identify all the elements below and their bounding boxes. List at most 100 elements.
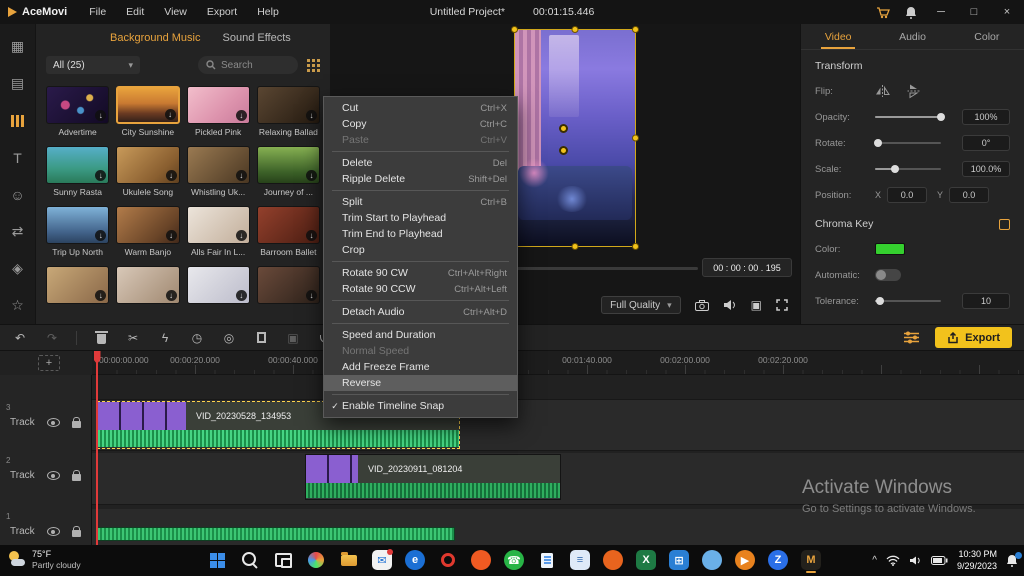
crop-icon[interactable] bbox=[253, 330, 269, 346]
context-menu-item[interactable]: Copy Ctrl+C bbox=[324, 116, 517, 132]
sticker-icon[interactable]: ☺ bbox=[0, 176, 36, 213]
tolerance-slider[interactable] bbox=[875, 300, 941, 303]
menubar-item[interactable]: File bbox=[81, 3, 114, 21]
download-icon[interactable] bbox=[95, 290, 106, 301]
context-menu-item[interactable]: Reverse bbox=[324, 375, 517, 391]
rotate-slider[interactable] bbox=[875, 142, 941, 145]
flip-vertical-icon[interactable] bbox=[908, 84, 920, 99]
notepad-app[interactable] bbox=[535, 547, 559, 573]
quality-dropdown[interactable]: Full Quality ▾ bbox=[601, 296, 681, 314]
media-item[interactable] bbox=[116, 266, 179, 317]
audio-icon[interactable] bbox=[0, 102, 36, 139]
pip-toggle-icon[interactable]: ▣ bbox=[285, 330, 301, 346]
download-icon[interactable] bbox=[166, 170, 177, 181]
lock-icon[interactable] bbox=[72, 474, 81, 481]
media-item[interactable] bbox=[257, 266, 320, 317]
scale-slider[interactable] bbox=[875, 168, 941, 171]
stock-icon[interactable]: ▤ bbox=[0, 65, 36, 102]
grid-view-icon[interactable] bbox=[306, 58, 320, 72]
speaker-icon[interactable] bbox=[723, 299, 737, 311]
download-icon[interactable] bbox=[165, 109, 176, 120]
download-icon[interactable] bbox=[236, 170, 247, 181]
excel-app[interactable]: X bbox=[634, 547, 658, 573]
start-button[interactable] bbox=[205, 547, 229, 573]
media-item[interactable]: Warm Banjo bbox=[116, 206, 179, 257]
opacity-value[interactable]: 100% bbox=[962, 109, 1010, 125]
lock-icon[interactable] bbox=[72, 530, 81, 537]
selection-handle[interactable] bbox=[632, 243, 639, 250]
download-icon[interactable] bbox=[306, 110, 317, 121]
context-menu-item[interactable] bbox=[332, 323, 509, 324]
notification-center-icon[interactable] bbox=[1006, 554, 1018, 567]
media-item[interactable] bbox=[187, 266, 250, 317]
pip-icon[interactable]: ▣ bbox=[751, 298, 762, 312]
context-menu-item[interactable]: Split Ctrl+B bbox=[324, 194, 517, 210]
menubar-item[interactable]: Edit bbox=[118, 3, 152, 21]
taskbar-clock[interactable]: 10:30 PM 9/29/2023 bbox=[957, 549, 997, 572]
effects-icon[interactable]: ◈ bbox=[0, 250, 36, 287]
flame-app[interactable] bbox=[601, 547, 625, 573]
speed-icon[interactable]: ◷ bbox=[189, 330, 205, 346]
media-item[interactable]: Sunny Rasta bbox=[46, 146, 109, 197]
notification-bell-icon[interactable] bbox=[905, 6, 917, 19]
download-icon[interactable] bbox=[306, 230, 317, 241]
export-button[interactable]: Export bbox=[935, 327, 1012, 348]
context-menu-item[interactable]: Paste Ctrl+V bbox=[324, 132, 517, 148]
flip-horizontal-icon[interactable] bbox=[875, 85, 890, 97]
context-menu-item[interactable]: Crop bbox=[324, 242, 517, 258]
lock-icon[interactable] bbox=[72, 421, 81, 428]
tab-background-music[interactable]: Background Music bbox=[110, 32, 201, 44]
context-menu-item[interactable] bbox=[332, 261, 509, 262]
media-item[interactable]: Pickled Pink bbox=[187, 86, 250, 137]
search-input[interactable] bbox=[221, 60, 285, 71]
menubar-item[interactable]: View bbox=[156, 3, 195, 21]
selection-handle[interactable] bbox=[511, 26, 518, 33]
context-menu-item[interactable] bbox=[332, 190, 509, 191]
download-icon[interactable] bbox=[236, 290, 247, 301]
battery-icon[interactable] bbox=[931, 556, 948, 565]
scale-value[interactable]: 100.0% bbox=[962, 161, 1010, 177]
selection-handle[interactable] bbox=[632, 135, 639, 142]
media-player-app[interactable]: ▶ bbox=[733, 547, 757, 573]
task-view-button[interactable] bbox=[271, 547, 295, 573]
maximize-button[interactable]: □ bbox=[965, 6, 983, 18]
context-menu-item[interactable]: Normal Speed bbox=[324, 343, 517, 359]
context-menu-item[interactable]: ✓ Enable Timeline Snap bbox=[324, 398, 517, 414]
delete-icon[interactable] bbox=[93, 330, 109, 346]
file-explorer-button[interactable] bbox=[337, 547, 361, 573]
playhead[interactable] bbox=[96, 351, 98, 545]
selection-handle[interactable] bbox=[632, 26, 639, 33]
menubar-item[interactable]: Export bbox=[199, 3, 245, 21]
properties-tab[interactable]: Color bbox=[950, 24, 1024, 49]
media-item[interactable]: Trip Up North bbox=[46, 206, 109, 257]
paint-app[interactable] bbox=[700, 547, 724, 573]
timeline-clip[interactable]: VID_20230911_081204 bbox=[305, 454, 561, 500]
rotate-handle[interactable] bbox=[559, 146, 568, 155]
transition-icon[interactable]: ⇄ bbox=[0, 213, 36, 250]
context-menu-item[interactable] bbox=[332, 300, 509, 301]
position-x-input[interactable]: 0.0 bbox=[887, 187, 927, 203]
fullscreen-icon[interactable] bbox=[776, 299, 788, 311]
docs-app[interactable]: ≡ bbox=[568, 547, 592, 573]
context-menu-item[interactable]: Ripple Delete Shift+Del bbox=[324, 171, 517, 187]
download-icon[interactable] bbox=[306, 170, 317, 181]
tray-expand-icon[interactable]: ^ bbox=[872, 555, 877, 566]
context-menu-item[interactable]: Detach Audio Ctrl+Alt+D bbox=[324, 304, 517, 320]
adjustment-sliders-icon[interactable] bbox=[903, 330, 919, 346]
context-menu-item[interactable]: Trim End to Playhead bbox=[324, 226, 517, 242]
opacity-slider[interactable] bbox=[875, 116, 941, 119]
timeline-ruler[interactable]: 00:00:00.00000:00:20.00000:00:40.00000:0… bbox=[92, 351, 1024, 375]
windows-settings-app[interactable]: ⊞ bbox=[667, 547, 691, 573]
add-track-button[interactable]: + bbox=[38, 355, 60, 371]
brave-browser[interactable] bbox=[469, 547, 493, 573]
download-icon[interactable] bbox=[95, 230, 106, 241]
context-menu-item[interactable] bbox=[332, 151, 509, 152]
context-menu-item[interactable]: Speed and Duration bbox=[324, 327, 517, 343]
timeline-audio-clip[interactable] bbox=[97, 527, 455, 541]
properties-tab[interactable]: Video bbox=[801, 24, 875, 49]
close-button[interactable]: × bbox=[998, 6, 1016, 18]
media-item[interactable]: Barroom Ballet bbox=[257, 206, 320, 257]
cart-icon[interactable] bbox=[876, 6, 890, 19]
text-icon[interactable]: T bbox=[0, 139, 36, 176]
download-icon[interactable] bbox=[95, 170, 106, 181]
